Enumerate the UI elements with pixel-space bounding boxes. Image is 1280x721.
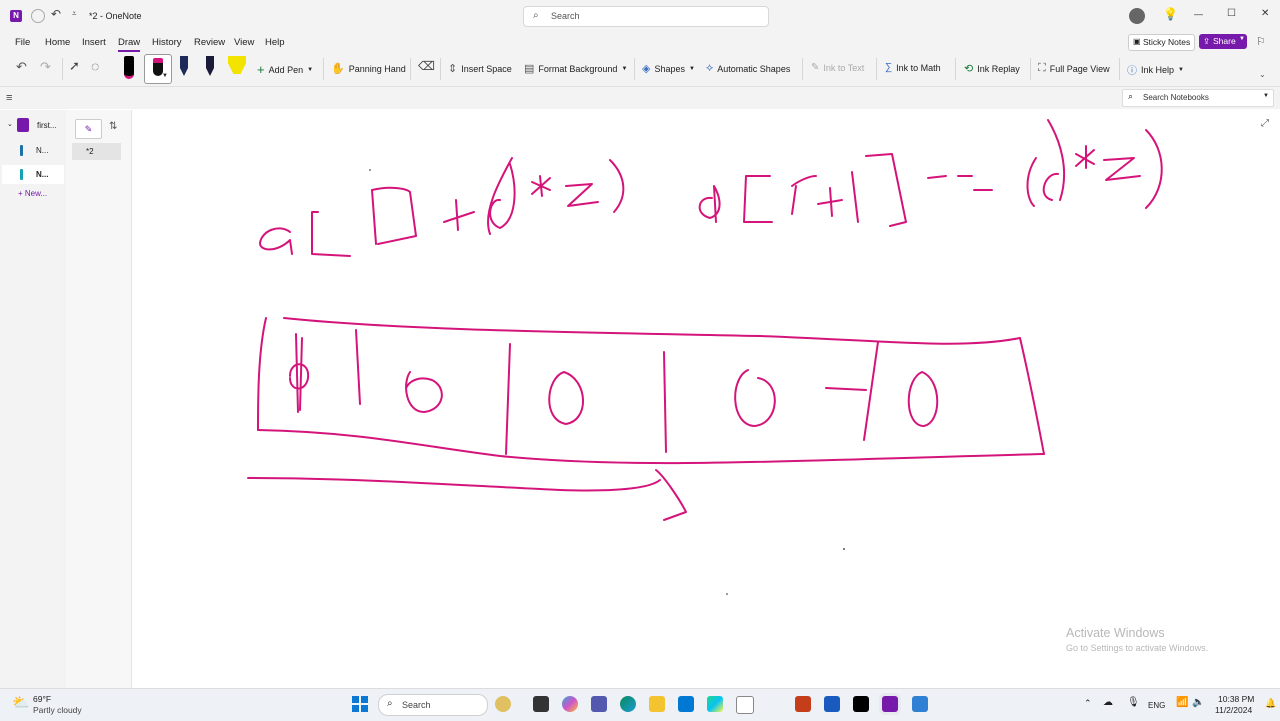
weather-temp: 69°F <box>33 694 52 704</box>
start-tile <box>352 705 359 712</box>
ink-stroke-d2 <box>1042 119 1066 201</box>
file-explorer-icon[interactable] <box>649 696 665 712</box>
ink-stroke-plus <box>443 199 475 231</box>
onenote-taskbar-icon[interactable] <box>882 696 898 712</box>
pycharm-icon[interactable] <box>707 696 723 712</box>
ink-stroke-arrow-shaft <box>247 477 661 492</box>
ink-stroke-arrow-head <box>655 469 687 521</box>
ink-stroke-array-top <box>283 317 1021 345</box>
activate-windows-subtitle: Go to Settings to activate Windows. <box>1066 643 1209 653</box>
notifications-icon[interactable]: 🔔 <box>1265 698 1276 709</box>
ink-stroke-array-bottom <box>257 429 1045 465</box>
ink-stroke-i <box>371 186 417 245</box>
chevron-up-icon[interactable]: ⌃ <box>1084 698 1092 709</box>
task-view-icon[interactable] <box>533 696 549 712</box>
ink-stroke-divider4 <box>863 341 879 441</box>
weather-desc: Partly cloudy <box>33 705 82 715</box>
search-highlight-icon <box>495 696 511 712</box>
clock-time[interactable]: 10:38 PM <box>1218 694 1254 704</box>
search-icon: ⌕ <box>387 698 393 709</box>
ink-stroke-array-right <box>1019 337 1045 455</box>
ink-stroke-close-paren2 <box>1145 129 1163 209</box>
ink-stroke-eq <box>927 175 993 191</box>
taskbar-search-box[interactable]: ⌕ Search <box>378 694 511 716</box>
ink-stroke-a <box>259 227 293 255</box>
onedrive-icon[interactable]: ☁ <box>1103 697 1113 708</box>
ink-stroke-zero3 <box>734 369 776 427</box>
ink-stroke-cross-phi <box>289 333 310 413</box>
language-indicator[interactable]: ENG <box>1148 701 1165 710</box>
ink-dot <box>369 169 371 171</box>
wifi-icon[interactable]: 📶 <box>1176 697 1188 708</box>
microphone-icon[interactable]: 🎙 <box>1127 697 1140 708</box>
ink-stroke-d <box>698 185 721 223</box>
calendar-icon[interactable] <box>736 696 754 714</box>
teams-icon[interactable] <box>591 696 607 712</box>
ink-dot <box>726 593 728 595</box>
ink-stroke-divider2 <box>505 343 511 455</box>
powerpoint-icon[interactable] <box>795 696 811 712</box>
visual-studio-icon[interactable] <box>678 696 694 712</box>
ink-stroke-array-left <box>257 317 267 431</box>
copilot-icon[interactable] <box>562 696 578 712</box>
ink-stroke-zero2 <box>548 371 584 425</box>
ink-stroke-z2 <box>1103 157 1141 181</box>
ink-stroke-divider3 <box>663 351 667 453</box>
ink-dot <box>843 548 845 550</box>
ink-stroke-asterisk2 <box>1075 145 1095 169</box>
ink-stroke-zero1 <box>405 371 443 413</box>
ink-stroke-minus <box>825 387 867 391</box>
ink-stroke-paren-d <box>487 157 516 235</box>
ink-stroke-paren2 <box>1026 157 1037 207</box>
ink-stroke-i2 <box>791 175 817 215</box>
ink-stroke-bracket2 <box>743 175 773 223</box>
snipping-tool-icon[interactable] <box>912 696 928 712</box>
start-tile <box>352 696 359 703</box>
ink-stroke-plus2 <box>817 187 843 217</box>
edge-icon[interactable] <box>620 696 636 712</box>
ink-stroke-bracket-open <box>311 211 351 257</box>
ink-drawing <box>247 119 1163 595</box>
intellij-icon[interactable] <box>853 696 869 712</box>
ink-stroke-one <box>851 171 859 223</box>
start-tile <box>361 696 368 703</box>
word-icon[interactable] <box>824 696 840 712</box>
ink-stroke-close-paren <box>609 159 625 213</box>
clock-date[interactable]: 11/2/2024 <box>1215 705 1252 715</box>
weather-icon[interactable]: ⛅ <box>12 694 29 711</box>
speaker-icon[interactable]: 🔈 <box>1192 697 1204 708</box>
taskbar-search-label: Search <box>402 700 431 710</box>
ink-stroke-asterisk <box>531 175 551 197</box>
ink-stroke-divider1 <box>355 329 361 405</box>
ink-stroke-bracket3 <box>865 153 907 227</box>
activate-windows-title: Activate Windows <box>1066 626 1165 640</box>
ink-stroke-zero4 <box>907 371 939 427</box>
start-tile <box>361 705 368 712</box>
ink-stroke-z <box>565 183 599 207</box>
windows-start-icon[interactable] <box>352 696 368 712</box>
